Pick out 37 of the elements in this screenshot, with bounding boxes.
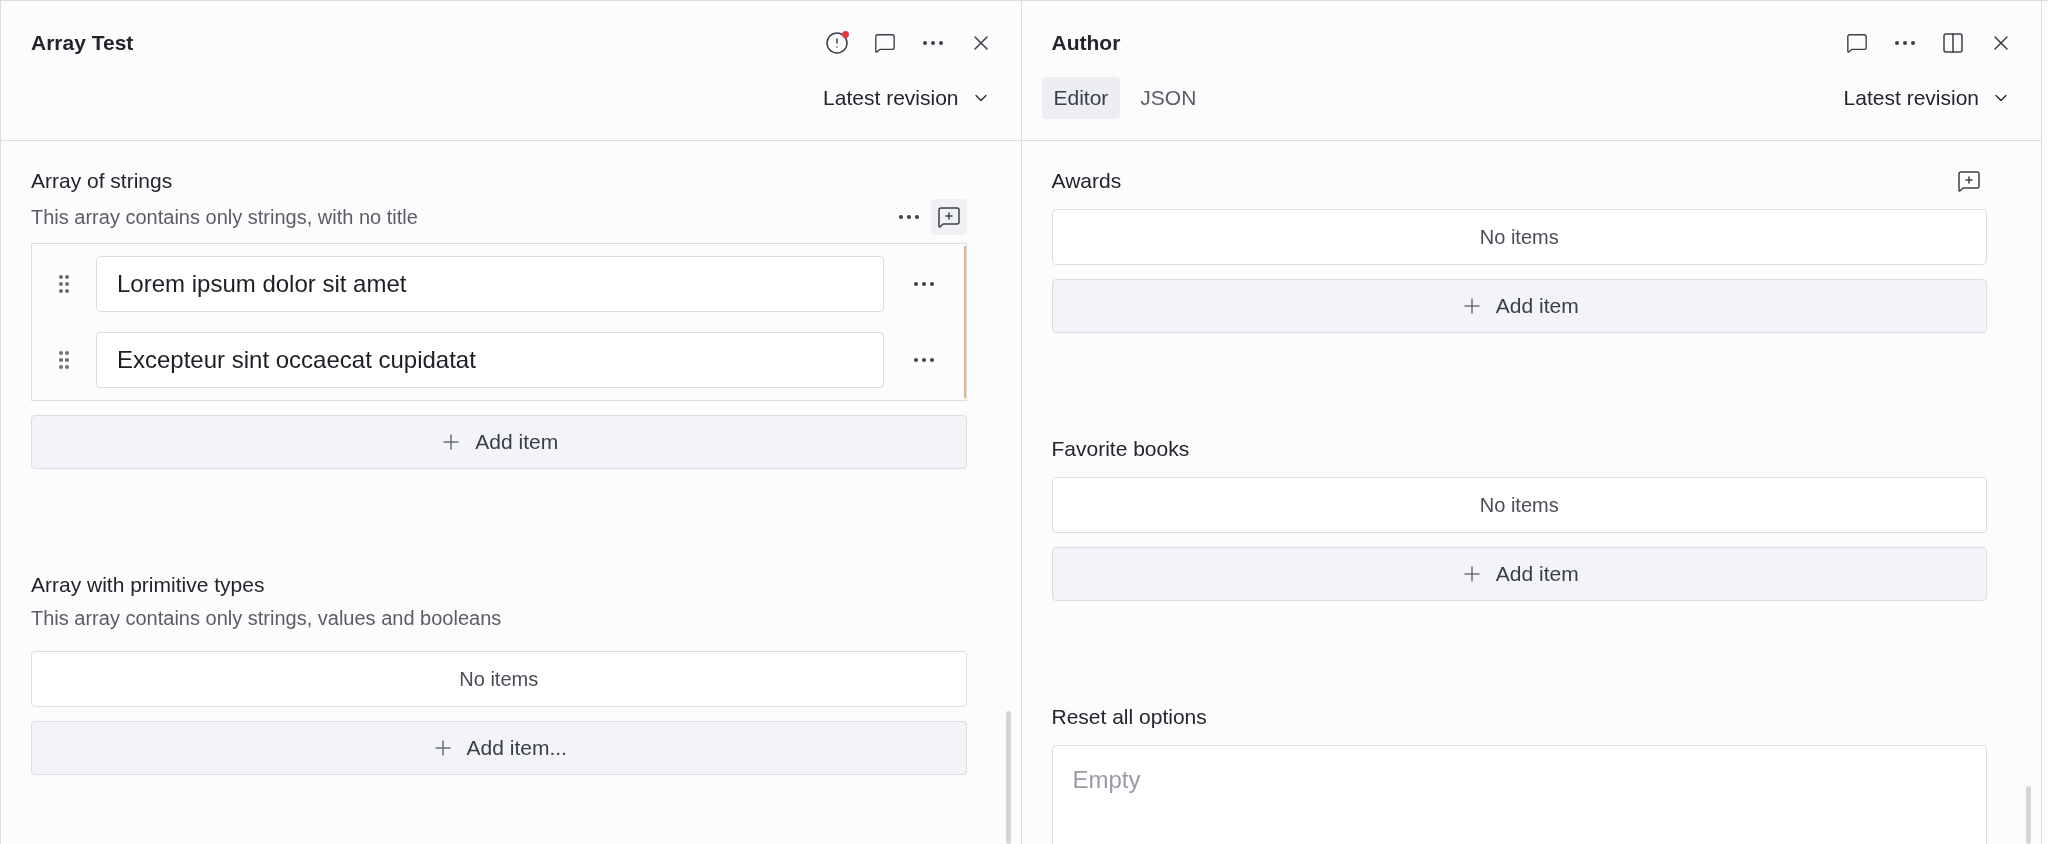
add-item-button[interactable]: Add item: [1051, 279, 1987, 333]
section-description: This array contains only strings, with no title: [31, 205, 418, 230]
pane-title: Array Test: [31, 30, 134, 57]
section-title: Array of strings: [31, 168, 173, 195]
input-field[interactable]: Lorem ipsum dolor sit amet: [96, 256, 884, 312]
pane-title: Author: [1051, 30, 1121, 57]
more-icon: [913, 282, 934, 286]
alert-icon: [824, 31, 849, 55]
section-title: Favorite books: [1051, 436, 1190, 463]
add-comment-button[interactable]: [930, 199, 967, 235]
scrollbar[interactable]: [1005, 711, 1011, 844]
empty-list: No items: [1051, 209, 1987, 265]
view-tab[interactable]: Editor: [1041, 77, 1121, 119]
text-field[interactable]: Empty: [1051, 745, 1987, 844]
add-item-button[interactable]: Add item: [1051, 547, 1987, 601]
revision-dropdown[interactable]: Latest revision: [823, 77, 991, 119]
revision-dropdown[interactable]: Latest revision: [1843, 77, 2011, 119]
section-title: Array with primitive types: [31, 572, 265, 599]
more-icon: [913, 358, 934, 362]
section-title: Awards: [1051, 168, 1122, 195]
add-item-button[interactable]: Add item: [31, 415, 967, 469]
add-comment-icon: [936, 205, 961, 229]
split-pane-icon: [1941, 31, 1965, 55]
more-icon: [1895, 41, 1915, 45]
empty-list: No items: [1051, 477, 1987, 533]
section-description: This array contains only strings, values and booleans: [31, 606, 502, 631]
add-comment-icon: [1957, 169, 1981, 193]
more-icon: [898, 215, 919, 219]
more-icon: [922, 41, 943, 45]
comment-icon: [873, 32, 896, 54]
scrollbar[interactable]: [2026, 786, 2031, 844]
section-title: Reset all options: [1051, 704, 1207, 731]
input-field[interactable]: Excepteur sint occaecat cupidatat: [96, 332, 884, 388]
add-item-button[interactable]: Add item...: [31, 721, 967, 775]
empty-list: No items: [31, 651, 967, 707]
comment-icon: [1846, 32, 1868, 54]
view-tab[interactable]: JSON: [1128, 77, 1209, 119]
